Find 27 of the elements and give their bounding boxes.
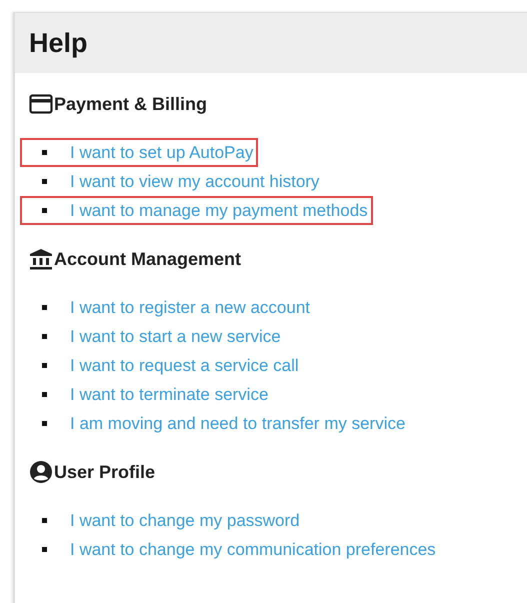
bank-icon <box>29 248 53 270</box>
bullet-icon <box>42 305 47 310</box>
credit-card-icon <box>29 94 53 114</box>
bullet-icon <box>42 392 47 397</box>
section-heading: User Profile <box>54 462 156 482</box>
panel-title: Help <box>29 28 88 58</box>
help-link[interactable]: I want to register a new account <box>70 298 310 318</box>
bullet-icon <box>42 363 47 368</box>
bullet-icon <box>42 179 47 184</box>
help-link[interactable]: I want to change my password <box>70 510 300 530</box>
bullet-icon <box>42 150 47 155</box>
help-link[interactable]: I want to start a new service <box>70 326 281 346</box>
help-link[interactable]: I want to change my communication preferences <box>70 540 436 560</box>
bullet-icon <box>42 208 47 213</box>
help-link[interactable]: I want to terminate service <box>70 384 268 404</box>
bullet-icon <box>42 547 47 552</box>
help-link[interactable]: I want to set up AutoPay <box>70 142 254 162</box>
help-link[interactable]: I want to request a service call <box>70 356 299 376</box>
section-heading: Payment & Billing <box>54 94 208 114</box>
bullet-icon <box>42 334 47 339</box>
section-heading: Account Management <box>54 248 242 270</box>
help-link[interactable]: I want to view my account history <box>70 172 320 192</box>
bullet-icon <box>42 421 47 426</box>
help-link[interactable]: I want to manage my payment methods <box>70 200 368 220</box>
help-link[interactable]: I am moving and need to transfer my service <box>70 414 406 434</box>
user-avatar-icon <box>29 460 53 484</box>
bullet-icon <box>42 518 47 523</box>
